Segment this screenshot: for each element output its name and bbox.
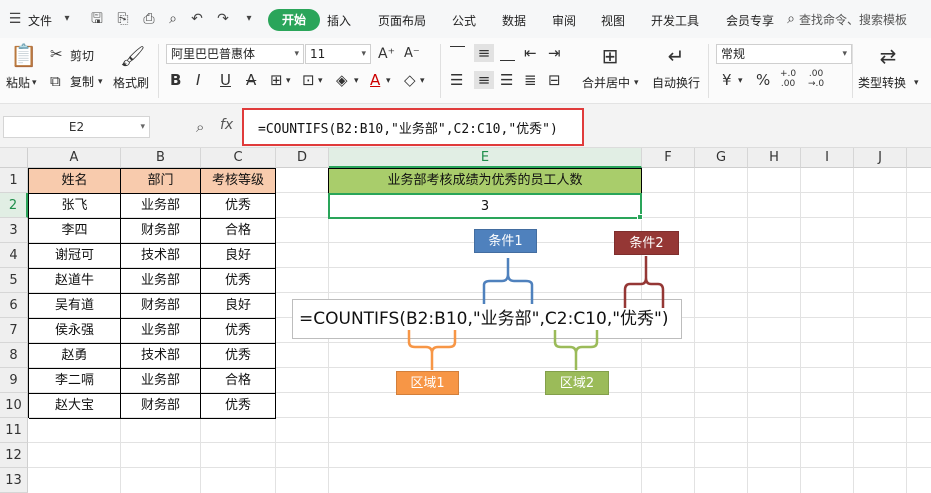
condition1-bracket	[482, 258, 534, 304]
range1-bracket	[407, 330, 457, 370]
range2-bracket	[553, 330, 599, 370]
spreadsheet-window: ☰ 文件 ▾ 🖫 ⎘ ⎙ ⌕ ↶ ↷ ▾ 开始 插入 页面布局 公式 数据 审阅…	[0, 0, 931, 493]
annotation-brackets	[407, 256, 665, 370]
condition2-bracket	[623, 256, 665, 308]
